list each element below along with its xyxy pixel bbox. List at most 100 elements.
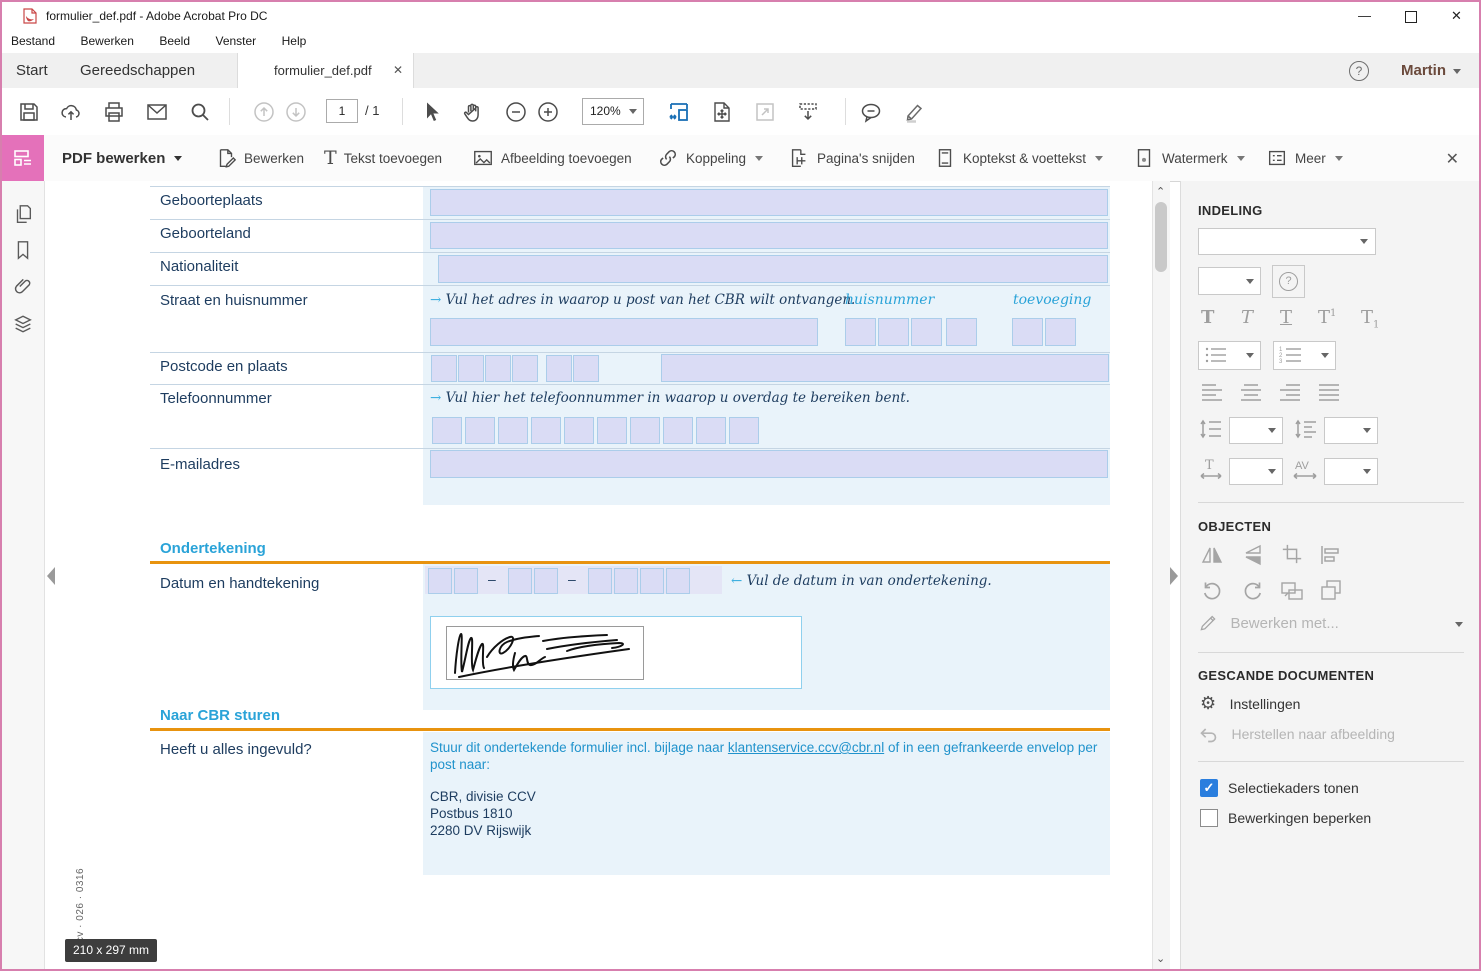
menu-help[interactable]: Help bbox=[282, 30, 307, 53]
postcode-cell[interactable] bbox=[573, 355, 599, 382]
telefoon-cell[interactable] bbox=[531, 417, 561, 444]
date-year-cell[interactable] bbox=[640, 568, 664, 594]
close-toolbar-icon[interactable]: ✕ bbox=[1446, 149, 1459, 169]
character-spacing-select[interactable] bbox=[1324, 458, 1378, 485]
huisnummer-cell[interactable] bbox=[878, 318, 909, 346]
straat-input[interactable] bbox=[430, 318, 818, 346]
huisnummer-cell[interactable] bbox=[946, 318, 977, 346]
tab-start[interactable]: Start bbox=[16, 53, 48, 88]
format-help-button[interactable]: ? bbox=[1272, 265, 1305, 298]
paragraph-spacing-select[interactable] bbox=[1324, 417, 1378, 444]
koptekst-voettekst-button[interactable]: Koptekst & voettekst bbox=[934, 135, 1104, 181]
signature-image[interactable] bbox=[446, 626, 644, 680]
email-input[interactable] bbox=[430, 450, 1108, 478]
selectiekaders-checkbox[interactable]: ✓ bbox=[1200, 779, 1218, 797]
scrollbar-thumb[interactable] bbox=[1155, 202, 1167, 272]
attachments-icon[interactable] bbox=[12, 276, 34, 298]
bookmarks-icon[interactable] bbox=[12, 239, 34, 261]
reading-mode-icon[interactable] bbox=[796, 100, 820, 124]
email-icon[interactable] bbox=[145, 100, 169, 124]
huisnummer-cell[interactable] bbox=[911, 318, 942, 346]
page-number-input[interactable]: 1 bbox=[326, 99, 358, 123]
telefoon-cell[interactable] bbox=[465, 417, 495, 444]
telefoon-cell[interactable] bbox=[663, 417, 693, 444]
maximize-icon[interactable] bbox=[1388, 2, 1433, 30]
horizontal-scale-select[interactable] bbox=[1229, 458, 1283, 485]
postcode-cell[interactable] bbox=[485, 355, 511, 382]
search-icon[interactable] bbox=[188, 100, 212, 124]
nationaliteit-input[interactable] bbox=[438, 255, 1108, 283]
telefoon-cell[interactable] bbox=[729, 417, 759, 444]
telefoon-cell[interactable] bbox=[696, 417, 726, 444]
zoom-out-icon[interactable] bbox=[504, 100, 528, 124]
email-link[interactable]: klantenservice.ccv@cbr.nl bbox=[728, 740, 884, 755]
bewerken-met-button[interactable]: Bewerken met... bbox=[1198, 613, 1463, 637]
help-icon[interactable]: ? bbox=[1349, 61, 1369, 81]
page-thumbnails-icon[interactable] bbox=[12, 203, 34, 225]
telefoon-cell[interactable] bbox=[597, 417, 627, 444]
date-month-cell[interactable] bbox=[534, 568, 558, 594]
watermerk-button[interactable]: Watermerk bbox=[1133, 135, 1245, 181]
tab-document[interactable]: formulier_def.pdf ✕ bbox=[237, 53, 414, 88]
comment-icon[interactable] bbox=[859, 100, 883, 124]
tab-gereedschappen[interactable]: Gereedschappen bbox=[80, 53, 195, 88]
signature-selection-box[interactable] bbox=[430, 616, 802, 689]
date-day-cell[interactable] bbox=[428, 568, 452, 594]
date-day-cell[interactable] bbox=[454, 568, 478, 594]
tekst-toevoegen-button[interactable]: T Tekst toevoegen bbox=[324, 135, 442, 181]
date-year-cell[interactable] bbox=[614, 568, 638, 594]
postcode-cell[interactable] bbox=[546, 355, 572, 382]
paginas-snijden-button[interactable]: Pagina's snijden bbox=[788, 135, 915, 181]
close-tab-icon[interactable]: ✕ bbox=[393, 53, 403, 88]
date-year-cell[interactable] bbox=[588, 568, 612, 594]
menu-bewerken[interactable]: Bewerken bbox=[81, 30, 134, 53]
scroll-down-icon[interactable]: ⌄ bbox=[1156, 952, 1165, 965]
numbered-list-button[interactable]: 123 bbox=[1273, 341, 1336, 370]
meer-button[interactable]: Meer bbox=[1266, 135, 1343, 181]
telefoon-cell[interactable] bbox=[564, 417, 594, 444]
geboorteplaats-input[interactable] bbox=[430, 189, 1108, 216]
highlighter-icon[interactable] bbox=[902, 100, 926, 124]
instellingen-button[interactable]: ⚙ Instellingen bbox=[1200, 693, 1300, 715]
date-year-cell[interactable] bbox=[666, 568, 690, 594]
collapse-left-panel-icon[interactable] bbox=[47, 567, 55, 585]
telefoon-cell[interactable] bbox=[630, 417, 660, 444]
telefoon-cell[interactable] bbox=[432, 417, 462, 444]
collapse-right-panel-icon[interactable] bbox=[1170, 567, 1178, 585]
telefoon-cell[interactable] bbox=[498, 417, 528, 444]
layers-icon[interactable] bbox=[12, 313, 34, 335]
edit-pdf-tool-icon[interactable] bbox=[2, 135, 44, 181]
date-month-cell[interactable] bbox=[508, 568, 532, 594]
menu-beeld[interactable]: Beeld bbox=[159, 30, 190, 53]
fit-width-icon[interactable] bbox=[667, 100, 691, 124]
afbeelding-toevoegen-button[interactable]: Afbeelding toevoegen bbox=[472, 135, 632, 181]
menu-bestand[interactable]: Bestand bbox=[11, 30, 55, 53]
postcode-cell[interactable] bbox=[431, 355, 457, 382]
save-icon[interactable] bbox=[17, 100, 41, 124]
zoom-level-select[interactable]: 120% bbox=[582, 98, 644, 125]
font-size-select[interactable] bbox=[1198, 267, 1261, 295]
scroll-up-icon[interactable]: ⌃ bbox=[1156, 185, 1165, 198]
share-upload-icon[interactable] bbox=[59, 100, 83, 124]
user-menu[interactable]: Martin bbox=[1401, 53, 1446, 88]
toevoeging-cell[interactable] bbox=[1012, 318, 1043, 346]
plaats-input[interactable] bbox=[661, 354, 1109, 382]
vertical-scrollbar[interactable]: ⌃ ⌄ bbox=[1152, 181, 1170, 969]
toevoeging-cell[interactable] bbox=[1045, 318, 1076, 346]
minimize-icon[interactable]: — bbox=[1342, 2, 1387, 30]
geboorteland-input[interactable] bbox=[430, 222, 1108, 249]
fit-page-icon[interactable] bbox=[710, 100, 734, 124]
bullet-list-button[interactable] bbox=[1198, 341, 1261, 370]
bewerken-button[interactable]: Bewerken bbox=[215, 135, 304, 181]
zoom-in-icon[interactable] bbox=[536, 100, 560, 124]
postcode-cell[interactable] bbox=[458, 355, 484, 382]
hand-tool-icon[interactable] bbox=[461, 100, 485, 124]
edit-pdf-menu[interactable]: PDF bewerken bbox=[62, 135, 183, 181]
bewerkingen-checkbox[interactable] bbox=[1200, 809, 1218, 827]
line-spacing-select[interactable] bbox=[1229, 417, 1283, 444]
close-window-icon[interactable]: ✕ bbox=[1434, 2, 1479, 30]
postcode-cell[interactable] bbox=[512, 355, 538, 382]
select-tool-icon[interactable] bbox=[419, 100, 443, 124]
koppeling-button[interactable]: Koppeling bbox=[657, 135, 764, 181]
font-family-select[interactable] bbox=[1198, 228, 1376, 255]
